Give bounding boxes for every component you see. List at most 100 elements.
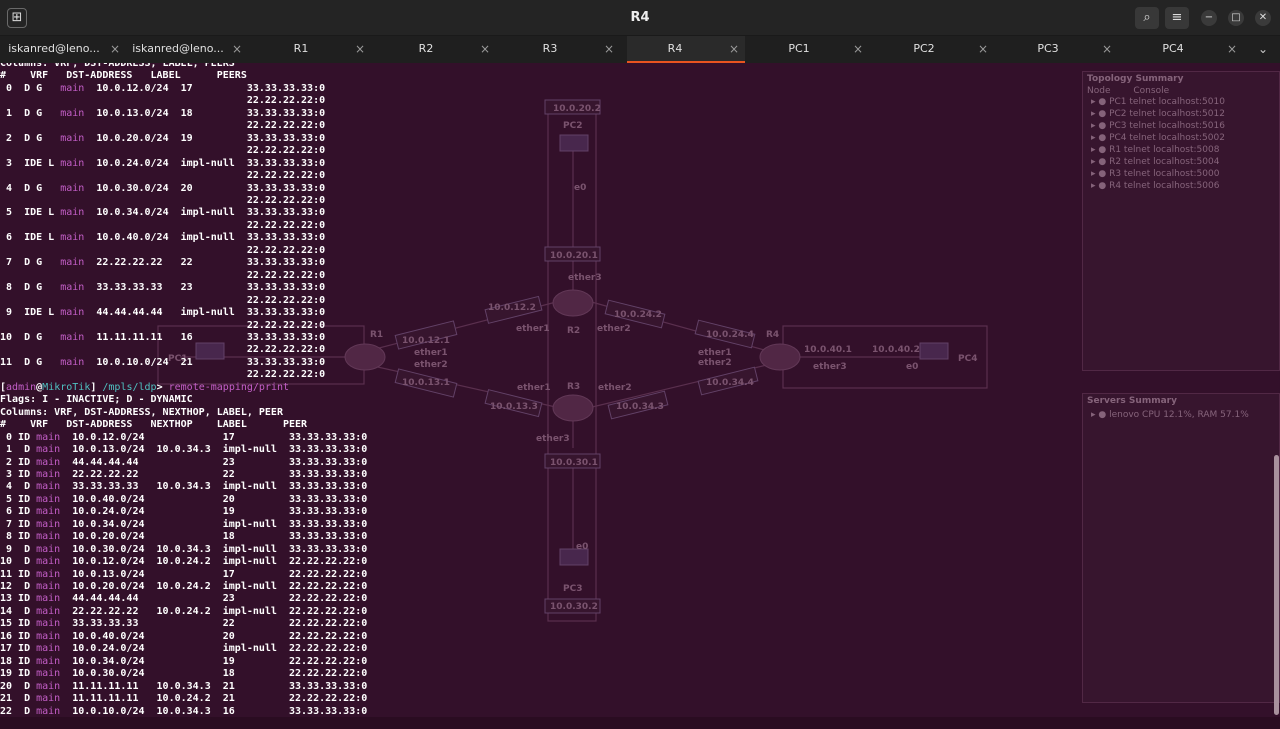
terminal-line-row: 4 D main 33.33.33.33 10.0.34.3 impl-null… (0, 481, 368, 493)
diagram-label: e0 (574, 183, 586, 193)
tab-close-icon[interactable]: × (110, 36, 120, 62)
tab-close-icon[interactable]: × (604, 36, 614, 62)
tab-close-icon[interactable]: × (355, 36, 365, 62)
terminal-line-row-cont: 22.22.22.22:0 (0, 145, 326, 157)
diagram-label: 10.0.30.2 (550, 602, 598, 612)
tab-pc2[interactable]: PC2 × (876, 36, 994, 63)
tab-r3[interactable]: R3 × (502, 36, 620, 63)
terminal-line-row: 2 ID main 44.44.44.44 23 33.33.33.33:0 (0, 456, 368, 468)
topology-row: ▸ ● PC4 telnet localhost:5002 (1091, 133, 1225, 143)
terminal-line-flags: Flags: I - INACTIVE; D - DYNAMIC (0, 394, 193, 406)
tab-bar: iskanred@leno... × iskanred@leno... × R1 × … (0, 36, 1280, 63)
terminal-line-row: 0 ID main 10.0.12.0/24 17 33.33.33.33:0 (0, 431, 368, 443)
topology-row: ▸ ● R3 telnet localhost:5000 (1091, 169, 1220, 179)
tab-pc4[interactable]: PC4 × (1125, 36, 1243, 63)
topology-row: ▸ ● R2 telnet localhost:5004 (1091, 157, 1220, 167)
terminal-line-row: 6 IDE L main 10.0.40.0/24 impl-null 33.3… (0, 232, 326, 244)
diagram-label: ether2 (698, 358, 732, 368)
terminal-line-columns: Columns: VRF, DST-ADDRESS, LABEL, PEERS (0, 63, 235, 69)
diagram-label: e0 (906, 362, 918, 372)
diagram-label: 10.0.13.3 (490, 402, 538, 412)
tab-close-icon[interactable]: × (978, 36, 988, 62)
hamburger-menu-icon[interactable]: ≡ (1165, 7, 1189, 29)
diagram-label: 10.0.40.2 (872, 345, 920, 355)
tab-r1[interactable]: R1 × (253, 36, 371, 63)
diagram-label: 10.0.12.2 (488, 303, 536, 313)
diagram-label: ether1 (414, 348, 448, 358)
terminal-line-row: 5 ID main 10.0.40.0/24 20 33.33.33.33:0 (0, 493, 368, 505)
tab-close-icon[interactable]: × (232, 36, 242, 62)
diagram-label: 10.0.24.2 (614, 310, 662, 320)
search-icon[interactable]: ⌕ (1135, 7, 1159, 29)
terminal-line-row-cont: 22.22.22.22:0 (0, 194, 326, 206)
diagram-label: PC3 (563, 584, 582, 594)
terminal-line-row: 19 ID main 10.0.30.0/24 18 22.22.22.22:0 (0, 668, 368, 680)
terminal-line-row: 14 D main 22.22.22.22 10.0.24.2 impl-nul… (0, 605, 368, 617)
diagram-label: 10.0.12.1 (402, 336, 450, 346)
diagram-label: 10.0.30.1 (550, 458, 598, 468)
terminal-line-row: 10 D main 10.0.12.0/24 10.0.24.2 impl-nu… (0, 556, 368, 568)
topology-summary-panel: Topology Summary Node Console ▸ ● PC1 te… (1082, 71, 1280, 371)
terminal-line-row: 20 D main 11.11.11.11 10.0.34.3 21 33.33… (0, 680, 368, 692)
terminal-line-columns: Columns: VRF, DST-ADDRESS, NEXTHOP, LABE… (0, 406, 283, 418)
tab-pc1[interactable]: PC1 × (751, 36, 869, 63)
terminal-line-row-cont: 22.22.22.22:0 (0, 369, 326, 381)
terminal-line-row: 3 IDE L main 10.0.24.0/24 impl-null 33.3… (0, 157, 326, 169)
terminal-line-row-cont: 22.22.22.22:0 (0, 170, 326, 182)
diagram-label: e0 (576, 542, 588, 552)
topology-row: ▸ ● PC1 telnet localhost:5010 (1091, 97, 1225, 107)
terminal-scrollbar[interactable] (1274, 455, 1279, 715)
terminal-output: Columns: VRF, DST-ADDRESS, LABEL, PEERS #… (0, 63, 367, 729)
tab-r4[interactable]: R4 × (627, 36, 745, 63)
tab-close-icon[interactable]: × (853, 36, 863, 62)
terminal-line-row: 21 D main 11.11.11.11 10.0.24.2 21 22.22… (0, 693, 368, 705)
terminal-line-row: 11 ID main 10.0.13.0/24 17 22.22.22.22:0 (0, 568, 368, 580)
terminal-line-row-cont: 22.22.22.22:0 (0, 95, 326, 107)
servers-summary-panel: Servers Summary ▸ ● lenovo CPU 12.1%, RA… (1082, 393, 1280, 703)
terminal-line-row-cont: 22.22.22.22:0 (0, 319, 326, 331)
tab-pc3[interactable]: PC3 × (1000, 36, 1118, 63)
diagram-label: ether3 (536, 434, 570, 444)
terminal-line-row-cont: 22.22.22.22:0 (0, 219, 326, 231)
terminal-line-row: 7 D G main 22.22.22.22 22 33.33.33.33:0 (0, 257, 326, 269)
terminal-line-row-cont: 22.22.22.22:0 (0, 120, 326, 132)
tab-r2[interactable]: R2 × (378, 36, 496, 63)
terminal-line-row: 9 D main 10.0.30.0/24 10.0.34.3 impl-nul… (0, 543, 368, 555)
tab-close-icon[interactable]: × (1227, 36, 1237, 62)
diagram-label: 10.0.34.3 (616, 402, 664, 412)
diagram-label: 10.0.24.4 (706, 330, 754, 340)
terminal-line-row: 9 IDE L main 44.44.44.44 impl-null 33.33… (0, 307, 326, 319)
tab-close-icon[interactable]: × (729, 36, 739, 62)
terminal-line-row: 6 ID main 10.0.24.0/24 19 33.33.33.33:0 (0, 506, 368, 518)
tab-local-2[interactable]: iskanred@leno... × (130, 36, 248, 63)
terminal-line-row-cont: 22.22.22.22:0 (0, 294, 326, 306)
close-button[interactable]: ✕ (1255, 10, 1271, 26)
chevron-down-icon[interactable]: ⌄ (1258, 42, 1268, 56)
terminal-line-prompt: [admin@MikroTik] /mpls/ldp> remote-mappi… (0, 381, 290, 393)
maximize-button[interactable]: □ (1228, 10, 1244, 26)
terminal-line-row: 10 D G main 11.11.11.11 16 33.33.33.33:0 (0, 331, 326, 343)
diagram-label: R1 (370, 330, 383, 340)
tab-close-icon[interactable]: × (480, 36, 490, 62)
terminal-line-row: 17 ID main 10.0.24.0/24 impl-null 22.22.… (0, 643, 368, 655)
title-bar: ⊞ R4 ⌕ ≡ − □ ✕ (0, 0, 1280, 36)
diagram-label: 10.0.34.4 (706, 378, 754, 388)
terminal-line-row: 5 IDE L main 10.0.34.0/24 impl-null 33.3… (0, 207, 326, 219)
terminal[interactable]: 10.0.20.2 PC2 e0 10.0.20.1 ether3 10.0.12.2 et… (0, 63, 1280, 729)
diagram-label: R4 (766, 330, 779, 340)
diagram-label: PC2 (563, 121, 582, 131)
terminal-line-row: 12 D main 10.0.20.0/24 10.0.24.2 impl-nu… (0, 581, 368, 593)
terminal-line-row: 8 ID main 10.0.20.0/24 18 33.33.33.33:0 (0, 531, 368, 543)
tab-local-1[interactable]: iskanred@leno... × (4, 36, 126, 63)
diagram-label: ether3 (568, 273, 602, 283)
terminal-line-row-cont: 22.22.22.22:0 (0, 344, 326, 356)
terminal-line-row: 18 ID main 10.0.34.0/24 19 22.22.22.22:0 (0, 655, 368, 667)
tab-close-icon[interactable]: × (1102, 36, 1112, 62)
minimize-button[interactable]: − (1201, 10, 1217, 26)
diagram-label: PC4 (958, 354, 977, 364)
terminal-line-row: 15 ID main 33.33.33.33 22 22.22.22.22:0 (0, 618, 368, 630)
terminal-line-row: 13 ID main 44.44.44.44 23 22.22.22.22:0 (0, 593, 368, 605)
terminal-line-header: # VRF DST-ADDRESS LABEL PEERS (0, 70, 247, 82)
terminal-line-row: 3 ID main 22.22.22.22 22 33.33.33.33:0 (0, 468, 368, 480)
diagram-label: ether3 (813, 362, 847, 372)
